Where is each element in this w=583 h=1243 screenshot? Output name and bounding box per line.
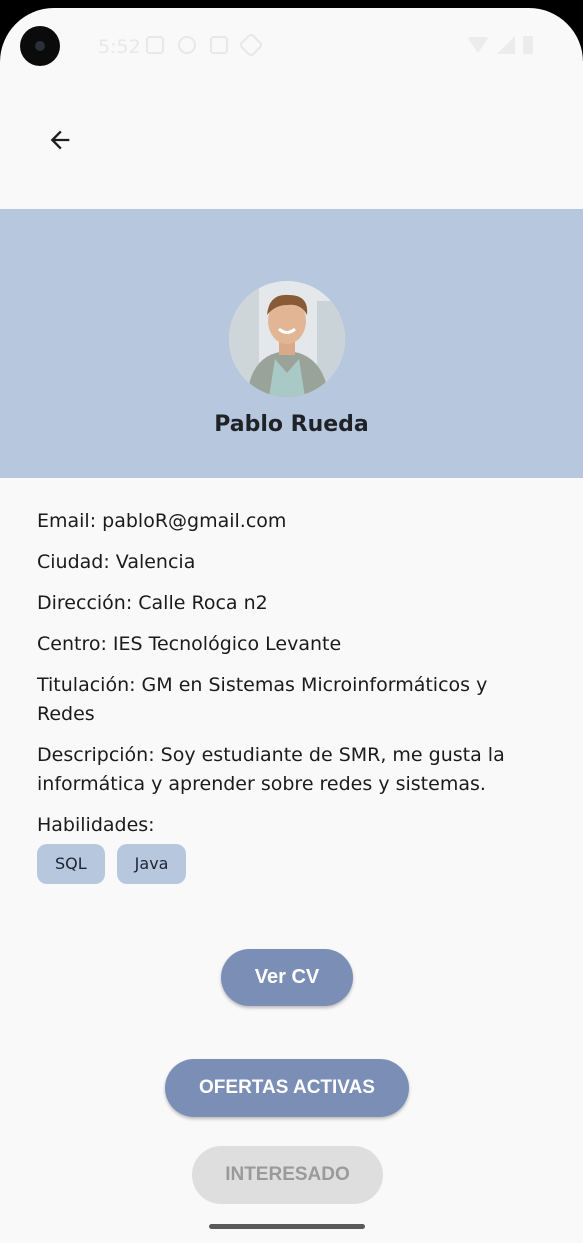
screen-icon [146, 36, 164, 54]
notification-icons [146, 32, 264, 58]
profile-name: Pablo Rueda [214, 412, 369, 437]
battery-icon [523, 36, 533, 54]
location-icon [178, 36, 196, 54]
skill-chip[interactable]: SQL [37, 844, 105, 884]
skill-chip[interactable]: Java [116, 844, 187, 884]
skills-label: Habilidades: [37, 814, 155, 836]
city-text: Ciudad: Valencia [37, 551, 196, 573]
sync-icon [238, 32, 264, 58]
profile-photo [229, 281, 345, 397]
screen: 5:52 Pablo Rueda Email: pabloR@gmail.com… [0, 8, 583, 1243]
description-text: Descripción: Soy estudiante de SMR, me g… [37, 744, 505, 795]
degree-text: Titulación: GM en Sistemas Microinformát… [37, 674, 488, 725]
center-text: Centro: IES Tecnológico Levante [37, 633, 342, 655]
active-offers-button[interactable]: OFERTAS ACTIVAS [165, 1059, 409, 1117]
profile-header: Pablo Rueda [0, 209, 583, 478]
signal-icon [497, 36, 515, 54]
interested-button[interactable]: INTERESADO [192, 1146, 383, 1204]
skills-list: SQL Java [37, 844, 187, 884]
status-time: 5:52 [98, 36, 141, 58]
view-cv-button[interactable]: Ver CV [221, 949, 353, 1006]
arrow-back-icon [50, 130, 70, 150]
system-icons [467, 36, 533, 54]
status-bar: 5:52 [0, 8, 583, 84]
profile-details: Email: pabloR@gmail.com Ciudad: Valencia… [0, 478, 583, 918]
address-text: Dirección: Calle Roca n2 [37, 592, 268, 614]
back-button[interactable] [38, 118, 82, 162]
front-camera [20, 26, 60, 66]
sd-card-icon [210, 36, 228, 54]
wifi-icon [467, 37, 489, 53]
home-indicator[interactable] [209, 1224, 365, 1229]
email-text: Email: pabloR@gmail.com [37, 510, 287, 532]
avatar [229, 281, 345, 397]
